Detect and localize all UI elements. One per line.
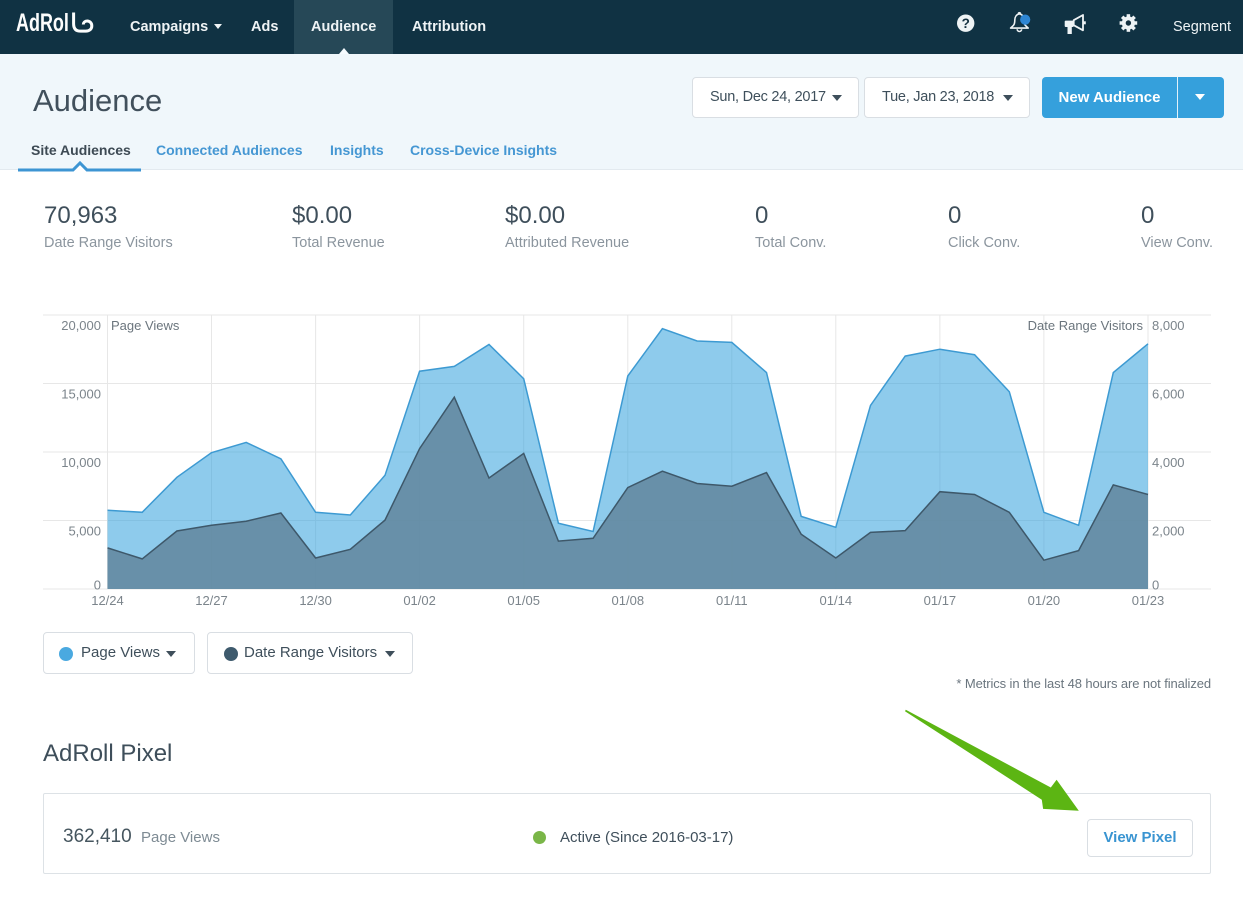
- svg-text:12/27: 12/27: [195, 593, 228, 608]
- svg-text:01/23: 01/23: [1132, 593, 1165, 608]
- svg-text:10,000: 10,000: [61, 455, 101, 470]
- svg-text:6,000: 6,000: [1152, 387, 1185, 402]
- svg-text:2,000: 2,000: [1152, 524, 1185, 539]
- svg-text:Page Views: Page Views: [111, 318, 180, 333]
- svg-text:15,000: 15,000: [61, 387, 101, 402]
- svg-text:01/20: 01/20: [1028, 593, 1061, 608]
- svg-text:01/14: 01/14: [820, 593, 853, 608]
- svg-text:01/05: 01/05: [507, 593, 540, 608]
- svg-text:5,000: 5,000: [68, 524, 101, 539]
- svg-text:20,000: 20,000: [61, 318, 101, 333]
- svg-text:4,000: 4,000: [1152, 455, 1185, 470]
- svg-text:AdRol: AdRol: [16, 8, 69, 37]
- svg-text:01/17: 01/17: [924, 593, 957, 608]
- svg-text:12/30: 12/30: [299, 593, 332, 608]
- svg-text:12/24: 12/24: [91, 593, 124, 608]
- svg-text:01/02: 01/02: [403, 593, 436, 608]
- svg-text:8,000: 8,000: [1152, 318, 1185, 333]
- svg-text:01/08: 01/08: [612, 593, 645, 608]
- svg-text:Date Range Visitors: Date Range Visitors: [1028, 318, 1144, 333]
- svg-text:0: 0: [94, 578, 101, 593]
- svg-text:01/11: 01/11: [716, 593, 748, 608]
- svg-text:0: 0: [1152, 578, 1159, 593]
- svg-text:?: ?: [962, 16, 970, 31]
